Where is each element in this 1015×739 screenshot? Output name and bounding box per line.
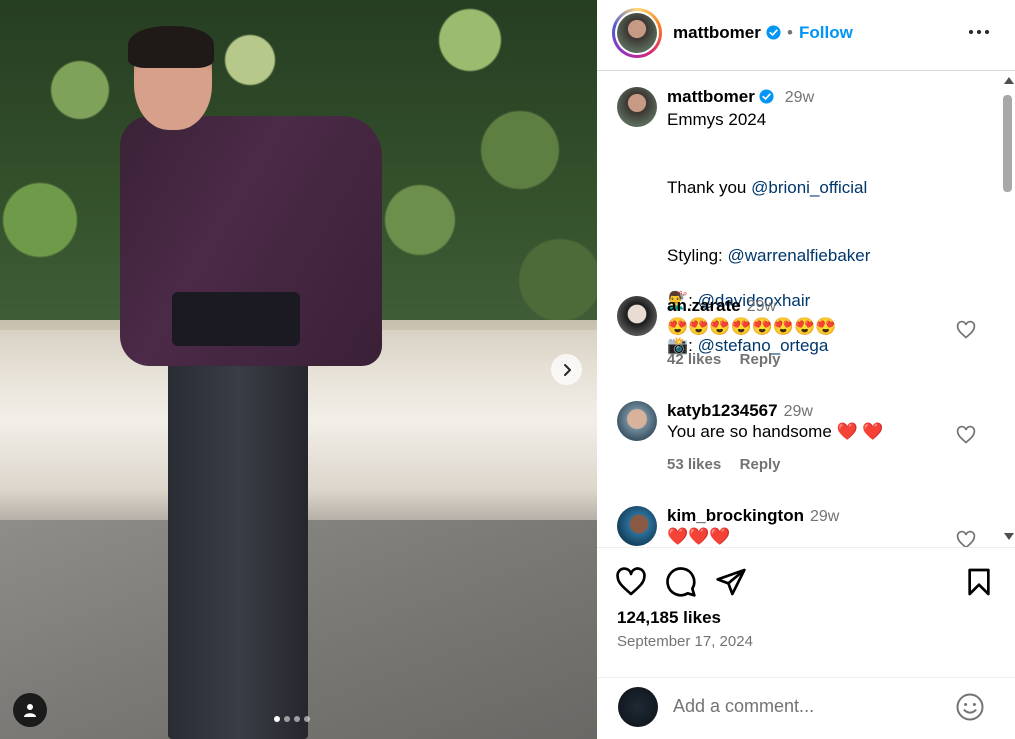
comments-list[interactable]: mattbomer 29w Emmys 2024 Thank you @brio… <box>597 71 1015 547</box>
carousel-indicator <box>274 716 310 722</box>
avatar <box>618 687 658 727</box>
caption-styling: Styling: @warrenalfiebaker <box>667 222 987 267</box>
likes-count[interactable]: 124,185 likes <box>617 608 721 628</box>
comment-composer <box>597 677 1015 739</box>
avatar[interactable] <box>617 296 657 336</box>
comment-like-icon[interactable] <box>956 320 976 340</box>
caption-line: Emmys 2024 <box>667 110 767 129</box>
emoji-icon[interactable] <box>955 692 985 722</box>
caption-thanks: Thank you @brioni_official <box>667 154 987 199</box>
comment-item: katyb1234567 29w You are so handsome ❤️ ❤… <box>597 401 997 491</box>
caption-time[interactable]: 29w <box>785 89 814 106</box>
caption-text: Thank you <box>667 177 752 197</box>
comment-username[interactable]: kim_brockington <box>667 506 804 525</box>
verified-badge-icon <box>759 89 774 104</box>
comment-likes[interactable]: 53 likes <box>667 456 721 473</box>
comment-item: kim_brockington 29w ❤️❤️❤️ <box>597 506 997 547</box>
user-tags-button[interactable] <box>13 693 47 727</box>
comment-like-icon[interactable] <box>956 425 976 445</box>
follow-button[interactable]: Follow <box>799 23 853 43</box>
more-options-icon[interactable] <box>967 22 991 42</box>
photo-hair <box>128 26 214 68</box>
avatar[interactable] <box>617 506 657 546</box>
comment-likes[interactable]: 42 likes <box>667 351 721 368</box>
verified-badge-icon <box>766 25 781 40</box>
avatar[interactable] <box>617 87 657 127</box>
comment-text: You are so handsome ❤️ ❤️ <box>667 422 884 441</box>
post-media[interactable] <box>0 0 597 739</box>
post-actions: 124,185 likes September 17, 2024 <box>597 547 1015 677</box>
scroll-thumb[interactable] <box>1003 95 1012 192</box>
post-header: mattbomer • Follow <box>597 0 1015 71</box>
comment-text: ❤️❤️❤️ <box>667 527 731 546</box>
photo-cummerbund <box>172 292 300 346</box>
comment-like-icon[interactable] <box>956 530 976 547</box>
scroll-up-arrow[interactable] <box>1004 77 1014 84</box>
comment-time[interactable]: 29w <box>810 508 839 525</box>
avatar[interactable] <box>617 401 657 441</box>
share-icon[interactable] <box>715 566 747 598</box>
comment-time[interactable]: 29w <box>784 403 813 420</box>
photo-subject <box>120 26 382 739</box>
save-icon[interactable] <box>963 566 995 598</box>
carousel-dot <box>274 716 280 722</box>
mention-link[interactable]: @warrenalfiebaker <box>727 246 870 265</box>
user-tag-icon <box>24 704 36 717</box>
mention-link[interactable]: @brioni_official <box>751 178 867 197</box>
carousel-dot <box>294 716 300 722</box>
photo-trousers <box>168 340 308 739</box>
comments-scrollbar[interactable] <box>1000 71 1015 547</box>
caption-text: Styling: <box>667 245 728 265</box>
post-side-panel: mattbomer • Follow mattbomer 29w Emmys 2… <box>597 0 1015 739</box>
next-slide-button[interactable] <box>551 354 582 385</box>
reply-button[interactable]: Reply <box>740 456 781 473</box>
scroll-down-arrow[interactable] <box>1004 533 1014 540</box>
post-date[interactable]: September 17, 2024 <box>617 633 753 650</box>
carousel-dot <box>304 716 310 722</box>
avatar <box>617 13 657 53</box>
comment-username[interactable]: an.zarate <box>667 296 741 315</box>
comment-input[interactable] <box>673 696 933 717</box>
story-ring[interactable] <box>612 8 662 58</box>
carousel-dot <box>284 716 290 722</box>
header-username[interactable]: mattbomer <box>673 23 781 43</box>
comment-username[interactable]: katyb1234567 <box>667 401 778 420</box>
reply-button[interactable]: Reply <box>740 351 781 368</box>
comment-item: an.zarate 29w 😍😍😍😍😍😍😍😍 42 likes Reply <box>597 296 997 386</box>
header-separator: • <box>787 23 793 42</box>
username-text[interactable]: mattbomer <box>673 23 761 42</box>
caption-username[interactable]: mattbomer <box>667 87 755 106</box>
next-arrow-icon <box>563 363 571 376</box>
comment-icon[interactable] <box>665 566 697 598</box>
comment-time[interactable]: 29w <box>747 298 776 315</box>
comment-text: 😍😍😍😍😍😍😍😍 <box>667 317 837 336</box>
like-icon[interactable] <box>615 566 647 598</box>
